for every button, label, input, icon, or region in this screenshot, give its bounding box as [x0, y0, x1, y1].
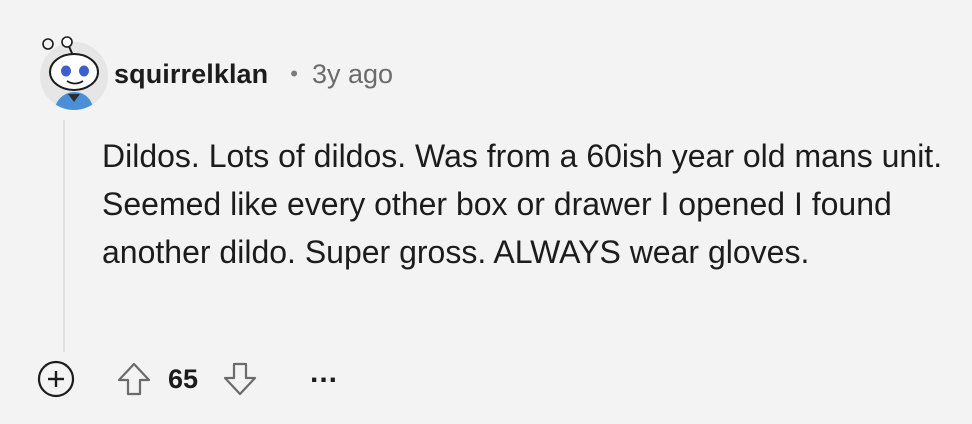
upvote-arrow-icon — [117, 362, 151, 396]
more-options-button[interactable]: ... — [310, 358, 338, 400]
comment: squirrelklan • 3y ago Dildos. Lots of di… — [0, 0, 972, 424]
snoo-avatar-icon[interactable] — [34, 36, 110, 112]
downvote-button[interactable] — [220, 359, 260, 399]
timestamp[interactable]: 3y ago — [312, 59, 393, 90]
plus-circle-icon — [37, 360, 75, 398]
comment-header: squirrelklan • 3y ago — [114, 52, 393, 96]
thread-line[interactable] — [63, 120, 65, 352]
upvote-button[interactable] — [114, 359, 154, 399]
downvote-arrow-icon — [223, 362, 257, 396]
vote-score: 65 — [168, 363, 199, 394]
username-link[interactable]: squirrelklan — [114, 59, 268, 90]
expand-button[interactable] — [36, 359, 76, 399]
comment-body: Dildos. Lots of dildos. Was from a 60ish… — [102, 138, 943, 270]
meta-separator: • — [290, 61, 298, 86]
comment-actions: 65 ... — [36, 356, 338, 402]
